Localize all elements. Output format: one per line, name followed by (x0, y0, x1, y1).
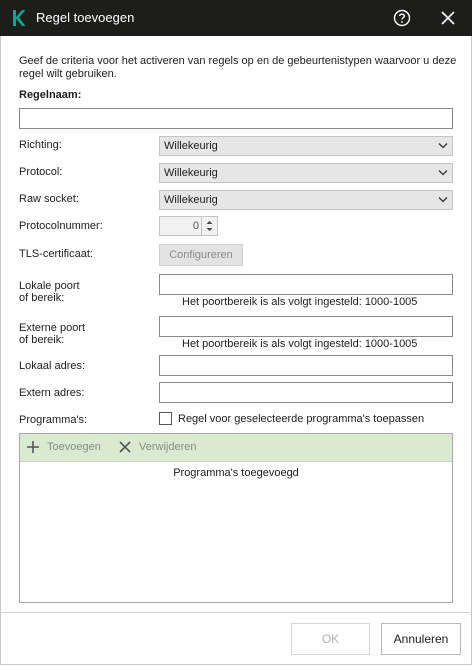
tls-certificate-label: TLS-certificaat: (19, 248, 93, 260)
remote-port-label: Externe poort of bereik: (19, 322, 85, 346)
programs-toolbar: Toevoegen Verwijderen (20, 434, 452, 462)
add-program-label: Toevoegen (47, 441, 101, 453)
chevron-down-icon (438, 143, 448, 149)
direction-label: Richting: (19, 139, 62, 151)
direction-value: Willekeurig (164, 140, 218, 152)
raw-socket-select[interactable]: Willekeurig (159, 190, 453, 210)
local-address-input[interactable] (159, 355, 453, 376)
programs-empty-text: Programma's toegevoegd (173, 467, 299, 479)
ok-button[interactable]: OK (291, 623, 370, 655)
protocol-number-label: Protocolnummer: (19, 220, 103, 232)
chevron-down-icon (438, 170, 448, 176)
direction-select[interactable]: Willekeurig (159, 136, 453, 156)
protocol-value: Willekeurig (164, 167, 218, 179)
close-icon[interactable] (440, 10, 456, 26)
programs-panel: Toevoegen Verwijderen Programma's toegev… (19, 433, 453, 603)
chevron-down-icon (438, 197, 448, 203)
protocol-number-value: 0 (192, 220, 199, 232)
local-port-input[interactable] (159, 274, 453, 295)
local-port-label-line1: Lokale poort (19, 280, 80, 292)
remote-port-input[interactable] (159, 316, 453, 337)
programs-checkbox[interactable] (159, 412, 172, 425)
raw-socket-label: Raw socket: (19, 193, 79, 205)
local-port-label: Lokale poort of bereik: (19, 280, 80, 304)
local-port-label-line2: of bereik: (19, 292, 65, 304)
protocol-label: Protocol: (19, 166, 63, 178)
protocol-select[interactable]: Willekeurig (159, 163, 453, 183)
help-icon[interactable] (393, 9, 411, 27)
rule-name-input[interactable] (19, 108, 453, 129)
remove-program-label: Verwijderen (139, 441, 197, 453)
protocol-number-stepper[interactable]: 0 (159, 216, 218, 236)
remote-port-label-line1: Externe poort (19, 322, 86, 334)
local-address-label: Lokaal adres: (19, 360, 86, 372)
configure-button[interactable]: Configureren (159, 244, 243, 266)
remote-port-label-line2: of bereik: (19, 334, 65, 346)
local-port-hint: Het poortbereik is als volgt ingesteld: … (182, 296, 418, 308)
title-bar: Regel toevoegen (0, 0, 472, 36)
kaspersky-logo-icon (13, 10, 26, 26)
remote-address-input[interactable] (159, 382, 453, 403)
footer-divider (0, 612, 470, 613)
rule-name-label: Regelnaam: (19, 89, 82, 101)
dialog-description: Geef de criteria voor het activeren van … (19, 55, 457, 80)
window-title: Regel toevoegen (36, 10, 135, 25)
x-icon (119, 441, 131, 453)
remote-port-hint: Het poortbereik is als volgt ingesteld: … (182, 338, 418, 350)
plus-icon (27, 441, 39, 453)
raw-socket-value: Willekeurig (164, 194, 218, 206)
cancel-button[interactable]: Annuleren (381, 623, 461, 655)
programs-label: Programma's: (19, 414, 88, 426)
programs-checkbox-label[interactable]: Regel voor geselecteerde programma's toe… (178, 413, 424, 425)
spin-arrows-icon[interactable] (201, 217, 217, 235)
remote-address-label: Extern adres: (19, 387, 85, 399)
